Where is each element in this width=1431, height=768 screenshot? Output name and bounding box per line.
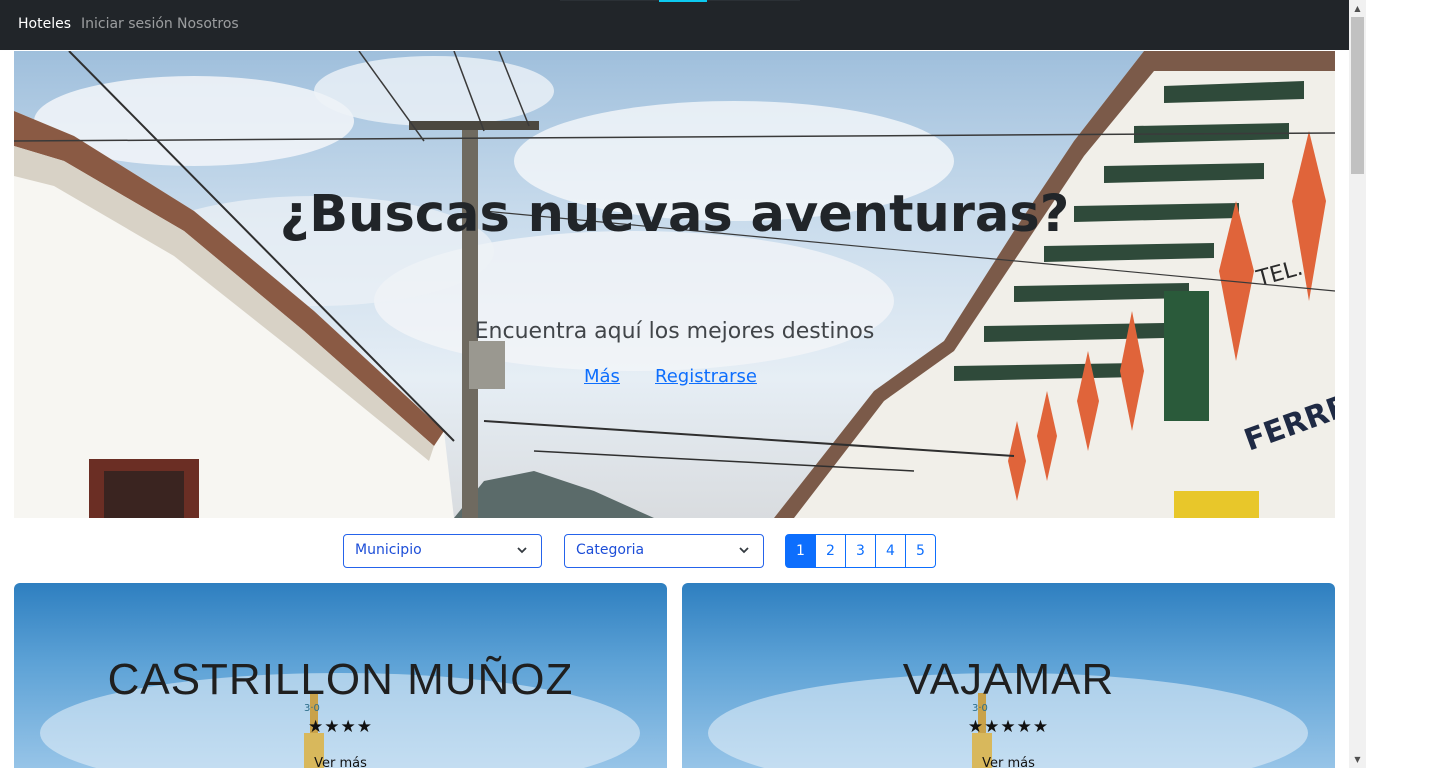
hotel-name: VAJAMAR [902,655,1115,704]
hotel-see-more-link[interactable]: Ver más [14,756,667,768]
nav-progress-indicator-active [659,0,707,2]
hero-banner: FERRETERIA Y DEPOSITO TEL. ¿Buscas nueva… [14,51,1335,518]
hotel-stars: ★★★★★ [967,717,1050,737]
municipio-select[interactable]: Municipio [343,534,542,568]
hero-more-link[interactable]: Más [584,366,620,387]
page-button-1[interactable]: 1 [785,534,816,568]
page-button-2[interactable]: 2 [815,534,846,568]
page-button-3[interactable]: 3 [845,534,876,568]
nav-item-nosotros[interactable]: Nosotros [177,16,239,32]
nav-item-hoteles[interactable]: Hoteles [18,16,71,32]
pagination: 1 2 3 4 5 [785,534,936,568]
categoria-select[interactable]: Categoria [564,534,764,568]
page-button-5[interactable]: 5 [905,534,936,568]
categoria-select-value: Categoria [576,542,645,558]
page: Hoteles Iniciar sesión Nosotros TEL. ¿Bu… [0,0,1349,768]
hero-subtitle: Encuentra aquí los mejores destinos [474,319,875,344]
top-navbar: Hoteles Iniciar sesión Nosotros [0,0,1349,50]
municipio-select-value: Municipio [355,542,422,558]
scroll-down-arrow-icon[interactable]: ▼ [1349,751,1366,768]
nav-item-iniciar-sesion[interactable]: Iniciar sesión [81,16,173,32]
chevron-down-icon [517,547,527,554]
chevron-down-icon [739,547,749,554]
hotel-stars: ★★★★ [308,717,373,737]
vertical-scrollbar[interactable]: ▲ ▼ [1349,0,1366,768]
hotel-card[interactable]: 3·0 CASTRILLON MUÑOZ ★★★★ Ver más [14,583,667,768]
hotel-card[interactable]: 3·0 VAJAMAR ★★★★★ Ver más [682,583,1335,768]
hero-title: ¿Buscas nuevas aventuras? [279,185,1070,244]
hero-background-image: FERRETERIA Y DEPOSITO TEL. [14,51,1335,518]
scrollbar-thumb[interactable] [1351,17,1364,174]
hotel-see-more-link[interactable]: Ver más [682,756,1335,768]
hero-register-link[interactable]: Registrarse [655,366,757,387]
page-button-4[interactable]: 4 [875,534,906,568]
scroll-up-arrow-icon[interactable]: ▲ [1349,0,1366,17]
hotel-name: CASTRILLON MUÑOZ [107,655,574,704]
